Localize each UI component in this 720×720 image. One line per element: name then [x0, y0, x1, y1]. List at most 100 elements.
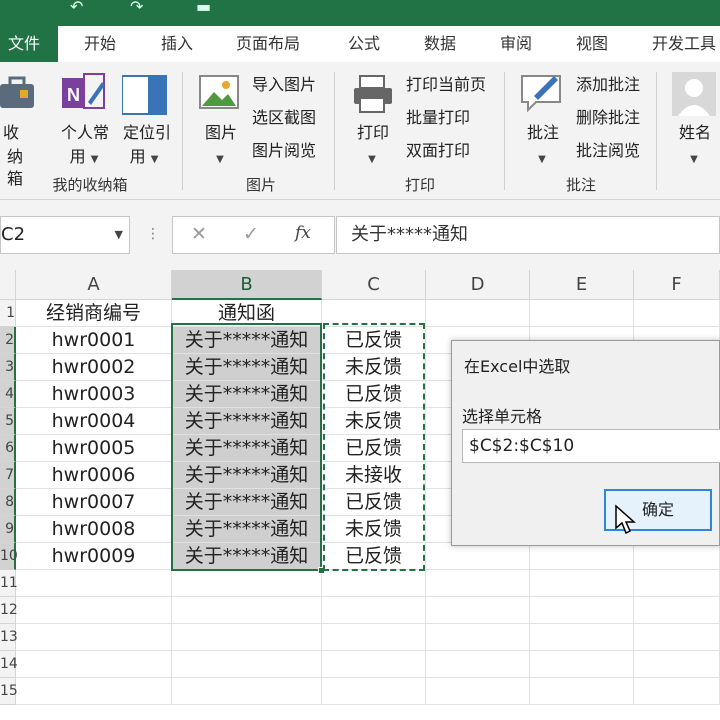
row-header[interactable]: 2 [0, 327, 16, 354]
column-header-a[interactable]: A [16, 270, 172, 300]
cell-c[interactable]: 已反馈 [322, 327, 426, 354]
cell-d[interactable] [426, 678, 530, 705]
cell-c[interactable]: 已反馈 [322, 435, 426, 462]
cell-a[interactable]: 经销商编号 [16, 300, 172, 327]
cancel-icon[interactable]: ✕ [191, 223, 207, 245]
cell-a[interactable] [16, 651, 172, 678]
tab-formulas[interactable]: 公式 [348, 26, 380, 62]
row-header[interactable]: 3 [0, 354, 16, 381]
row-header[interactable]: 1 [0, 300, 16, 327]
cell-c[interactable]: 未接收 [322, 462, 426, 489]
cell-d[interactable] [426, 624, 530, 651]
cell-c[interactable]: 未反馈 [322, 408, 426, 435]
cell-b[interactable]: 关于*****通知 [172, 381, 322, 408]
cell-e[interactable] [530, 570, 634, 597]
cell-f[interactable] [634, 300, 720, 327]
btn-comment-browse[interactable]: 批注阅览 [576, 140, 640, 162]
column-header-d[interactable]: D [426, 270, 530, 300]
quick-access-menu-icon[interactable]: ▬ [196, 0, 211, 15]
column-header-c[interactable]: C [322, 270, 426, 300]
cell-b[interactable] [172, 651, 322, 678]
btn-print-current-page[interactable]: 打印当前页 [406, 74, 486, 96]
row-header[interactable]: 5 [0, 408, 16, 435]
cell-a[interactable]: hwr0005 [16, 435, 172, 462]
name-box[interactable]: C2 ▼ [0, 216, 130, 254]
range-input[interactable]: $C$2:$C$10 [462, 429, 720, 463]
cell-a[interactable]: hwr0003 [16, 381, 172, 408]
cell-a[interactable] [16, 678, 172, 705]
cell-a[interactable]: hwr0002 [16, 354, 172, 381]
cell-b[interactable] [172, 678, 322, 705]
cell-d[interactable] [426, 543, 530, 570]
cell-e[interactable] [530, 678, 634, 705]
cell-f[interactable] [634, 678, 720, 705]
undo-icon[interactable]: ↶ [70, 0, 83, 15]
cell-a[interactable] [16, 570, 172, 597]
cell-b[interactable]: 通知函 [172, 300, 322, 327]
cell-e[interactable] [530, 300, 634, 327]
more-options-icon[interactable]: ⋮ [146, 226, 160, 242]
cell-b[interactable] [172, 597, 322, 624]
cell-d[interactable] [426, 597, 530, 624]
row-header[interactable]: 12 [0, 597, 18, 624]
cell-f[interactable] [634, 543, 720, 570]
tab-view[interactable]: 视图 [576, 26, 608, 62]
cell-a[interactable]: hwr0007 [16, 489, 172, 516]
cell-b[interactable]: 关于*****通知 [172, 435, 322, 462]
cell-b[interactable] [172, 624, 322, 651]
column-header-b[interactable]: B [172, 270, 322, 300]
cell-d[interactable] [426, 570, 530, 597]
cell-b[interactable]: 关于*****通知 [172, 516, 322, 543]
formula-input[interactable]: 关于*****通知 [336, 216, 720, 254]
btn-picture-browse[interactable]: 图片阅览 [252, 140, 316, 162]
btn-duplex-print[interactable]: 双面打印 [406, 140, 470, 162]
btn-region-screenshot[interactable]: 选区截图 [252, 107, 316, 129]
cell-e[interactable] [530, 543, 634, 570]
cell-d[interactable] [426, 300, 530, 327]
function-icon[interactable]: fx [295, 223, 311, 243]
cell-c[interactable] [322, 651, 426, 678]
row-header[interactable]: 4 [0, 381, 16, 408]
cell-c[interactable]: 已反馈 [322, 543, 426, 570]
cell-c[interactable] [322, 570, 426, 597]
cell-d[interactable] [426, 651, 530, 678]
cell-c[interactable]: 已反馈 [322, 381, 426, 408]
tab-developer[interactable]: 开发工具 [652, 26, 716, 62]
row-header[interactable]: 10 [0, 543, 18, 570]
cell-e[interactable] [530, 624, 634, 651]
cell-e[interactable] [530, 651, 634, 678]
cell-a[interactable]: hwr0009 [16, 543, 172, 570]
cell-f[interactable] [634, 570, 720, 597]
fill-handle[interactable] [318, 567, 325, 574]
tab-home[interactable]: 开始 [84, 26, 116, 62]
row-header[interactable]: 8 [0, 489, 16, 516]
cell-a[interactable]: hwr0004 [16, 408, 172, 435]
row-header[interactable]: 6 [0, 435, 16, 462]
cell-c[interactable] [322, 597, 426, 624]
cell-e[interactable] [530, 597, 634, 624]
btn-delete-comment[interactable]: 删除批注 [576, 107, 640, 129]
cell-b[interactable]: 关于*****通知 [172, 489, 322, 516]
cell-c[interactable]: 未反馈 [322, 516, 426, 543]
tab-data[interactable]: 数据 [424, 26, 456, 62]
row-header[interactable]: 15 [0, 678, 18, 705]
tab-insert[interactable]: 插入 [161, 26, 193, 62]
cell-b[interactable]: 关于*****通知 [172, 354, 322, 381]
chevron-down-icon[interactable]: ▼ [115, 217, 123, 253]
btn-add-comment[interactable]: 添加批注 [576, 74, 640, 96]
cell-b[interactable]: 关于*****通知 [172, 408, 322, 435]
cell-a[interactable] [16, 624, 172, 651]
cell-b[interactable] [172, 570, 322, 597]
cell-c[interactable]: 未反馈 [322, 354, 426, 381]
row-header[interactable]: 14 [0, 651, 18, 678]
cell-c[interactable] [322, 624, 426, 651]
tab-review[interactable]: 审阅 [500, 26, 532, 62]
cell-a[interactable]: hwr0008 [16, 516, 172, 543]
cell-c[interactable] [322, 300, 426, 327]
cell-f[interactable] [634, 597, 720, 624]
check-icon[interactable]: ✓ [243, 223, 259, 245]
cell-a[interactable]: hwr0001 [16, 327, 172, 354]
cell-a[interactable] [16, 597, 172, 624]
select-all-corner[interactable] [0, 270, 16, 300]
cell-b[interactable]: 关于*****通知 [172, 543, 322, 570]
